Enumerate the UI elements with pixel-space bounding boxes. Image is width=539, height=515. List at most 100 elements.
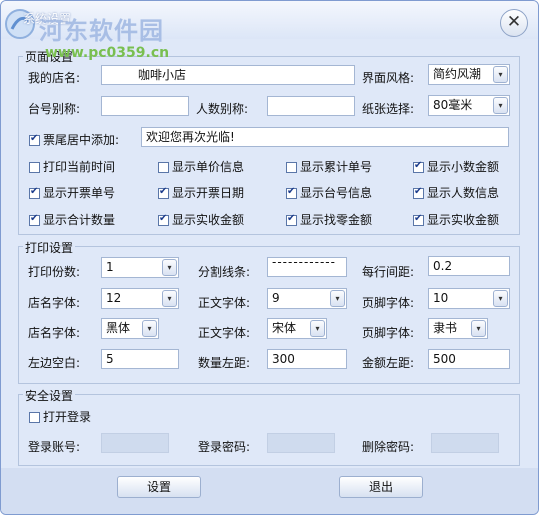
style-select[interactable]: 简约风潮 ▾ (428, 64, 510, 85)
checkbox-icon[interactable] (158, 186, 169, 199)
option-label: 显示单价信息 (172, 160, 245, 174)
print-settings-title: 打印设置 (23, 239, 76, 256)
shop-font-size-label: 店名字体: (28, 296, 81, 310)
option-checkbox[interactable]: 显示累计单号 (286, 158, 372, 175)
qty-left-input[interactable]: 300 (267, 349, 347, 369)
close-icon: ✕ (506, 12, 522, 32)
option-checkbox[interactable]: 显示开票单号 (29, 184, 115, 201)
shop-name-input[interactable]: 咖啡小店 (101, 65, 355, 85)
option-checkbox[interactable]: 显示找零金额 (286, 211, 372, 228)
chevron-down-icon[interactable]: ▾ (162, 259, 177, 276)
footer-center-input[interactable]: 欢迎您再次光临! (141, 127, 509, 147)
shop-font-label: 店名字体: (28, 326, 81, 340)
body-font-size-select[interactable]: 9 ▾ (267, 288, 347, 309)
option-label: 显示实收金额 (427, 213, 500, 227)
option-label: 显示开票日期 (172, 186, 245, 200)
checkbox-icon[interactable] (413, 213, 424, 226)
security-settings-title: 安全设置 (23, 387, 76, 404)
option-label: 显示人数信息 (427, 186, 500, 200)
paper-label: 纸张选择: (362, 102, 415, 116)
option-label: 显示小数金额 (427, 160, 500, 174)
option-checkbox[interactable]: 显示小数金额 (413, 158, 499, 175)
close-button[interactable]: ✕ (500, 9, 528, 37)
option-label: 显示找零金额 (300, 213, 373, 227)
divider-input[interactable]: ------------ (267, 257, 347, 277)
checkbox-icon[interactable] (286, 186, 297, 199)
option-label: 显示合计数量 (43, 213, 116, 227)
shop-font-select[interactable]: 黑体 ▾ (101, 318, 159, 339)
account-input[interactable] (101, 433, 169, 453)
option-label: 显示累计单号 (300, 160, 373, 174)
chevron-down-icon[interactable]: ▾ (471, 320, 486, 337)
checkbox-icon[interactable] (29, 162, 40, 173)
checkbox-icon[interactable] (413, 186, 424, 199)
people-alias-input[interactable] (267, 96, 355, 116)
option-label: 显示台号信息 (300, 186, 373, 200)
checkbox-icon[interactable] (29, 186, 40, 199)
chevron-down-icon[interactable]: ▾ (493, 66, 508, 83)
button-bar (1, 468, 538, 514)
option-checkbox[interactable]: 显示合计数量 (29, 211, 115, 228)
chevron-down-icon[interactable]: ▾ (142, 320, 157, 337)
enable-login-checkbox[interactable]: 打开登录 (29, 408, 91, 425)
amount-left-label: 金额左距: (362, 356, 415, 370)
watermark-text: 河东软件园 (39, 17, 164, 45)
checkbox-icon[interactable] (158, 213, 169, 226)
body-font-size-label: 正文字体: (198, 296, 251, 310)
checkbox-icon[interactable] (29, 213, 40, 226)
table-alias-input[interactable] (101, 96, 189, 116)
people-alias-label: 人数别称: (196, 102, 249, 116)
copies-label: 打印份数: (28, 265, 81, 279)
footer-font-select[interactable]: 隶书 ▾ (428, 318, 488, 339)
checkbox-icon[interactable] (413, 160, 424, 173)
left-margin-label: 左边空白: (28, 356, 81, 370)
shop-name-label: 我的店名: (28, 71, 81, 85)
footer-font-size-label: 页脚字体: (362, 296, 415, 310)
checkbox-icon[interactable] (29, 133, 40, 146)
checkbox-icon[interactable] (158, 162, 169, 173)
chevron-down-icon[interactable]: ▾ (162, 290, 177, 307)
option-label: 打印当前时间 (43, 160, 116, 174)
option-label: 显示开票单号 (43, 186, 116, 200)
option-checkbox[interactable]: 显示单价信息 (158, 158, 244, 175)
body-font-label: 正文字体: (198, 326, 251, 340)
password-label: 登录密码: (198, 440, 251, 454)
footer-font-label: 页脚字体: (362, 326, 415, 340)
delete-password-label: 删除密码: (362, 440, 415, 454)
account-label: 登录账号: (28, 440, 81, 454)
qty-left-label: 数量左距: (198, 356, 251, 370)
chevron-down-icon[interactable]: ▾ (310, 320, 325, 337)
chevron-down-icon[interactable]: ▾ (493, 97, 508, 114)
amount-left-input[interactable]: 500 (428, 349, 510, 369)
option-label: 显示实收金额 (172, 213, 245, 227)
chevron-down-icon[interactable]: ▾ (493, 290, 508, 307)
line-spacing-label: 每行间距: (362, 265, 415, 279)
style-label: 界面风格: (362, 71, 415, 85)
option-checkbox[interactable]: 显示实收金额 (413, 211, 499, 228)
footer-font-size-select[interactable]: 10 ▾ (428, 288, 510, 309)
checkbox-icon[interactable] (286, 213, 297, 226)
footer-center-checkbox[interactable]: 票尾居中添加: (29, 131, 119, 148)
paper-select[interactable]: 80毫米 ▾ (428, 95, 510, 116)
copies-select[interactable]: 1 ▾ (101, 257, 179, 278)
line-spacing-input[interactable]: 0.2 (428, 256, 510, 276)
password-input[interactable] (267, 433, 335, 453)
checkbox-icon[interactable] (286, 162, 297, 173)
delete-password-input[interactable] (431, 433, 499, 453)
exit-button[interactable]: 退出 (339, 476, 423, 498)
checkbox-icon[interactable] (29, 412, 40, 423)
option-checkbox[interactable]: 显示台号信息 (286, 184, 372, 201)
settings-window: 系统设置 河东软件园 ✕ 页面设置 www.pc0359.cn 我的店名: 咖啡… (0, 0, 539, 515)
shop-font-size-select[interactable]: 12 ▾ (101, 288, 179, 309)
left-margin-input[interactable]: 5 (101, 349, 179, 369)
option-checkbox[interactable]: 打印当前时间 (29, 158, 115, 175)
option-checkbox[interactable]: 显示实收金额 (158, 211, 244, 228)
settings-button[interactable]: 设置 (117, 476, 201, 498)
divider-label: 分割线条: (198, 265, 251, 279)
table-alias-label: 台号别称: (28, 102, 81, 116)
body-font-select[interactable]: 宋体 ▾ (267, 318, 327, 339)
option-checkbox[interactable]: 显示开票日期 (158, 184, 244, 201)
chevron-down-icon[interactable]: ▾ (330, 290, 345, 307)
watermark-url: www.pc0359.cn (45, 45, 170, 61)
option-checkbox[interactable]: 显示人数信息 (413, 184, 499, 201)
